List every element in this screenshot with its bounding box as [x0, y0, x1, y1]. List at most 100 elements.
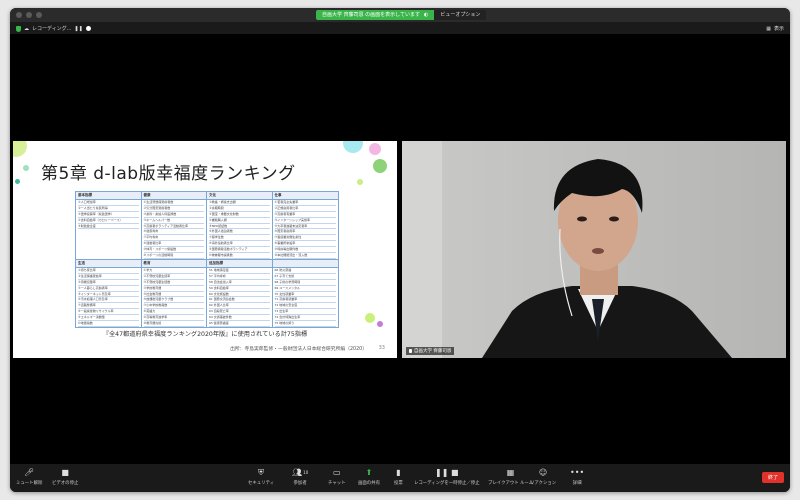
table-header — [272, 260, 338, 268]
toolbar-label: ビデオの停止 — [52, 481, 79, 486]
slide-caption: 『全47都道府県幸福度ランキング2020年版』に使用されている計75指標 — [102, 331, 308, 338]
shared-slide: 第5章 d-lab版幸福度ランキング 基本指標 健康 文化 仕事 ①人口増加率 ②… — [13, 141, 397, 358]
share-status-icon: ◐ — [424, 12, 429, 18]
window-controls — [16, 12, 42, 18]
more-icon: ••• — [570, 468, 585, 477]
toolbar-label: 投票 — [394, 481, 403, 486]
participants-button[interactable]: 👥︎ 10 参加者 — [292, 467, 308, 486]
decor-bubble — [373, 159, 387, 173]
toolbar-label: ミュート解除 — [16, 481, 43, 486]
table-header: 仕事 — [272, 192, 338, 200]
table-header: 文化 — [207, 192, 273, 200]
meeting-info-bar: ☁ レコーディング... ❚❚ ▦ 表示 — [10, 22, 790, 34]
table-cell: 65 健康意識度 — [209, 321, 270, 327]
meeting-info-icon[interactable] — [16, 25, 21, 32]
title-bar: 自画大学 齊藤司恩 の画面を表示しています ◐ ビューオプション — [10, 8, 790, 22]
participant-name-tag: 自画大学 齊藤司恩 — [406, 347, 455, 355]
table-column: ①教養・娯楽支出額 ②余暇時間 ③国宝・重要文化財数 ④書籍購入額 ⑤NPO認証数 ⑥外国… — [207, 200, 273, 259]
table-column: ①生活習慣病受療者数 ②気分障害受療者数 ③産科・産婦人科医師数 ④ホームヘルパー数 ⑤… — [142, 200, 207, 259]
table-header: 教育 — [141, 260, 207, 268]
breakout-rooms-button[interactable]: ▦ ブレイクアウト ルーム — [488, 467, 533, 486]
toolbar-label: ブレイクアウト ルーム — [488, 481, 534, 486]
share-screen-icon: ⬆ — [365, 468, 373, 477]
table-cell: 75 地域の誇り — [274, 321, 336, 327]
view-label: 表示 — [773, 26, 784, 32]
grid-icon: ▦ — [766, 25, 771, 32]
decor-bubble — [365, 313, 375, 323]
decor-bubble — [23, 165, 29, 171]
decor-bubble — [13, 141, 27, 157]
table-cell: ⑤財政健全度 — [78, 224, 139, 230]
toolbar-label: セキュリティ — [248, 481, 275, 486]
poll-button[interactable]: ▮ 投票 — [394, 467, 403, 486]
share-status-text: 自画大学 齊藤司恩 の画面を表示しています — [322, 12, 421, 18]
chat-button[interactable]: ▭ チャット — [328, 467, 346, 486]
toolbar-label: 画面の共有 — [358, 481, 380, 486]
decor-bubble — [357, 179, 363, 185]
table-column: ①若者完全失業率 ②正規雇用者比率 ③高齢者有業率 ④インターンシップ実施率 ⑤大卒者進… — [273, 200, 339, 259]
close-window-button[interactable] — [16, 12, 22, 18]
more-button[interactable]: ••• 詳細 — [570, 467, 584, 486]
slide-page-number: 33 — [378, 345, 385, 351]
security-button[interactable]: ⛨ セキュリティ — [248, 467, 275, 487]
table-column: ①人口増加率 ②一人当たり県民所得 ③選挙投票率（県政選挙） ④食料自給率（カロリーベ… — [76, 200, 142, 259]
mic-icon — [409, 349, 412, 353]
reactions-button[interactable]: ☺ リアクション — [530, 467, 556, 486]
poll-icon: ▮ — [396, 468, 401, 477]
table-header: 生活 — [76, 260, 142, 268]
screen-share-banner: 自画大学 齊藤司恩 の画面を表示しています ◐ ビューオプション — [316, 10, 487, 20]
table-header: 追加指標 — [207, 260, 273, 268]
decor-bubble — [343, 141, 363, 153]
table-column: 66 防災意識 67 子育て支援 68 子供の学習時間 69 ユースメンタル 70 女性… — [273, 268, 339, 327]
meeting-toolbar: 🎤︎ ミュート解除 ■ ビデオの停止 ⛨ セキュリティ 👥︎ 10 参加者 ▭ チ… — [10, 464, 790, 492]
toolbar-label: チャット — [328, 481, 346, 486]
reaction-icon: ☺ — [538, 468, 548, 477]
table-header: 基本指標 — [76, 192, 142, 200]
shield-icon: ⛨ — [258, 467, 265, 477]
cloud-icon: ☁ — [24, 25, 29, 32]
chat-icon: ▭ — [332, 468, 341, 477]
end-meeting-button[interactable]: 終了 — [761, 472, 784, 483]
view-button[interactable]: ▦ 表示 — [766, 25, 784, 33]
toolbar-label: リアクション — [530, 481, 557, 486]
participant-video[interactable]: 自画大学 齊藤司恩 — [402, 141, 786, 358]
slide-title: 第5章 d-lab版幸福度ランキング — [41, 164, 296, 184]
participant-video-image — [402, 141, 786, 358]
table-column: 51 地域満足度 57 平均寿命 58 自治会加入率 59 食料自給率 60 文化施設数… — [207, 268, 273, 327]
indicator-table-bottom: 生活 教育 追加指標 ①持ち家比率 ②生活保護受給率 ③待機児童率 ④一人暮らし高齢者… — [75, 259, 339, 328]
toolbar-label: レコーディングを一時停止／停止 — [414, 481, 480, 486]
table-column: ①持ち家比率 ②生活保護受給率 ③待機児童率 ④一人暮らし高齢者率 ⑤インターネット普及… — [76, 268, 142, 327]
zoom-window: 自画大学 齊藤司恩 の画面を表示しています ◐ ビューオプション ☁ レコーディ… — [10, 8, 790, 492]
stop-video-button[interactable]: ■ ビデオの停止 — [52, 467, 78, 486]
slide-source: 出所：寺島実郎監修・一般財団法人日本総合研究所編（2020） — [230, 347, 367, 352]
recording-control-button[interactable]: ❚❚ ■ レコーディングを一時停止／停止 — [414, 467, 480, 486]
mute-button[interactable]: 🎤︎ ミュート解除 — [16, 467, 42, 486]
meeting-stage: 第5章 d-lab版幸福度ランキング 基本指標 健康 文化 仕事 ①人口増加率 ②… — [10, 34, 790, 464]
stop-recording-icon[interactable] — [85, 26, 91, 31]
breakout-icon: ▦ — [506, 468, 515, 477]
minimize-window-button[interactable] — [26, 12, 32, 18]
share-status: 自画大学 齊藤司恩 の画面を表示しています ◐ — [316, 10, 435, 20]
recording-label: レコーディング... — [32, 26, 72, 32]
toolbar-label: 参加者 — [293, 481, 307, 486]
maximize-window-button[interactable] — [36, 12, 42, 18]
decor-bubble — [377, 321, 383, 327]
recording-indicator: ☁ レコーディング... ❚❚ — [16, 25, 91, 32]
decor-bubble — [369, 143, 381, 155]
recording-icon: ❚❚ ■ — [435, 468, 459, 477]
table-header: 健康 — [141, 192, 207, 200]
table-cell: ⑩地価指数 — [78, 321, 139, 327]
participants-count: 10 — [303, 470, 309, 475]
pause-recording-icon[interactable]: ❚❚ — [74, 26, 82, 32]
view-options-button[interactable]: ビューオプション — [434, 10, 487, 20]
toolbar-label: 詳細 — [572, 481, 582, 486]
table-cell: ⑩教育費負担 — [143, 321, 204, 327]
indicator-table-top: 基本指標 健康 文化 仕事 ①人口増加率 ②一人当たり県民所得 ③選挙投票率（県政選… — [75, 191, 339, 260]
video-icon: ■ — [61, 468, 69, 477]
table-column: ①学力 ②不登校児童生徒率 ③不登校児童生徒数 ④学校教育費 ⑤社会教育費 ⑥放課後児童ク… — [142, 268, 207, 327]
participant-name: 自画大学 齊藤司恩 — [414, 349, 452, 354]
decor-bubble — [15, 179, 20, 184]
participants-icon: 👥︎ 10 — [292, 468, 309, 477]
share-screen-button[interactable]: ⬆ 画面の共有 — [358, 467, 380, 486]
mic-icon: 🎤︎ — [24, 468, 35, 477]
